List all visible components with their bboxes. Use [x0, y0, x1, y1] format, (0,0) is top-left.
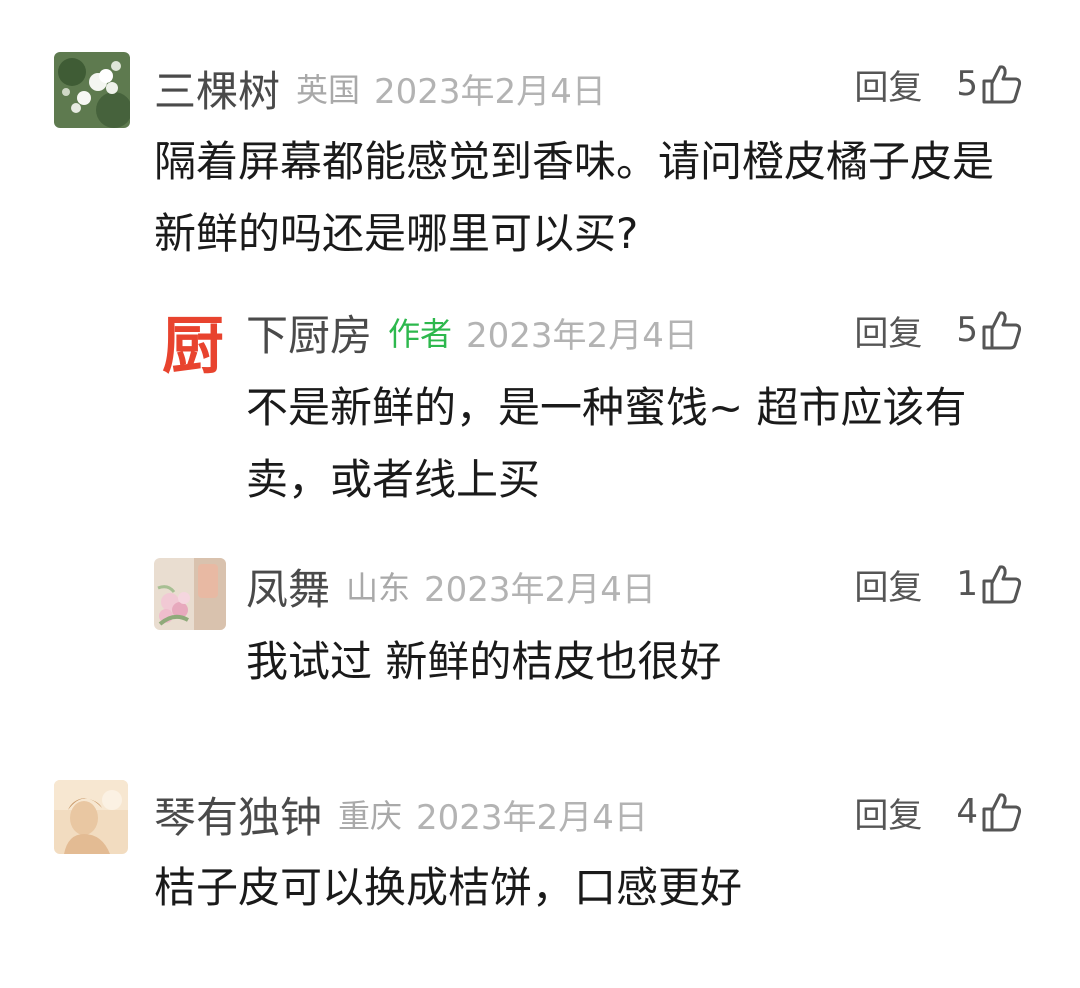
comment-text: 我试过 新鲜的桔皮也很好 — [246, 637, 722, 686]
avatar[interactable] — [54, 52, 130, 128]
like-button[interactable]: 4 — [956, 790, 1024, 834]
reply-button[interactable]: 回复 — [854, 788, 922, 837]
comment-actions: 回复 5 — [854, 56, 1024, 112]
comment-actions: 回复 1 — [854, 556, 1024, 612]
flower-photo-avatar-icon — [54, 52, 130, 128]
thumbs-up-icon — [982, 565, 1022, 604]
location: 英国 — [296, 71, 361, 109]
comment-meta: 凤舞 山东 2023年2月4日 — [246, 558, 656, 614]
thumbs-up-icon — [982, 65, 1022, 104]
date: 2023年2月4日 — [416, 797, 648, 838]
like-count: 5 — [956, 64, 978, 104]
username[interactable]: 琴有独钟 — [154, 784, 322, 845]
comment-text: 桔子皮可以换成桔饼，口感更好 — [154, 863, 743, 912]
avatar[interactable] — [54, 780, 128, 854]
comment-text: 隔着屏幕都能感觉到香味。请问橙皮橘子皮是新鲜的吗还是哪里可以买? — [154, 137, 995, 258]
flowers-photo-avatar-icon — [154, 558, 226, 630]
like-button[interactable]: 5 — [956, 62, 1024, 106]
date: 2023年2月4日 — [466, 315, 698, 356]
location: 山东 — [346, 569, 411, 607]
like-button[interactable]: 1 — [956, 562, 1024, 606]
location: 重庆 — [338, 797, 403, 835]
comment-meta: 三棵树 英国 2023年2月4日 — [154, 60, 606, 116]
portrait-photo-avatar-icon — [54, 780, 128, 854]
author-badge: 作者 — [388, 315, 453, 353]
username[interactable]: 三棵树 — [154, 58, 280, 119]
like-button[interactable]: 5 — [956, 308, 1024, 352]
avatar[interactable] — [154, 558, 226, 630]
comment-text: 不是新鲜的，是一种蜜饯~ 超市应该有卖，或者线上买 — [246, 383, 967, 504]
like-count: 1 — [956, 564, 978, 604]
thumbs-up-icon — [982, 793, 1022, 832]
like-count: 5 — [956, 310, 978, 350]
comment-actions: 回复 4 — [854, 784, 1024, 840]
comment-meta: 琴有独钟 重庆 2023年2月4日 — [154, 786, 648, 842]
reply-button[interactable]: 回复 — [854, 560, 922, 609]
svg-text:厨: 厨 — [162, 309, 224, 382]
reply-button[interactable]: 回复 — [854, 60, 922, 109]
date: 2023年2月4日 — [424, 569, 656, 610]
kitchen-logo-icon: 厨 — [154, 304, 232, 382]
avatar[interactable]: 厨 — [154, 304, 232, 382]
username[interactable]: 凤舞 — [246, 556, 330, 617]
username[interactable]: 下厨房 — [246, 302, 372, 363]
comment-meta: 下厨房 作者 2023年2月4日 — [246, 304, 698, 360]
comment-actions: 回复 5 — [854, 302, 1024, 358]
date: 2023年2月4日 — [374, 71, 606, 112]
reply-button[interactable]: 回复 — [854, 306, 922, 355]
thumbs-up-icon — [982, 311, 1022, 350]
like-count: 4 — [956, 792, 978, 832]
